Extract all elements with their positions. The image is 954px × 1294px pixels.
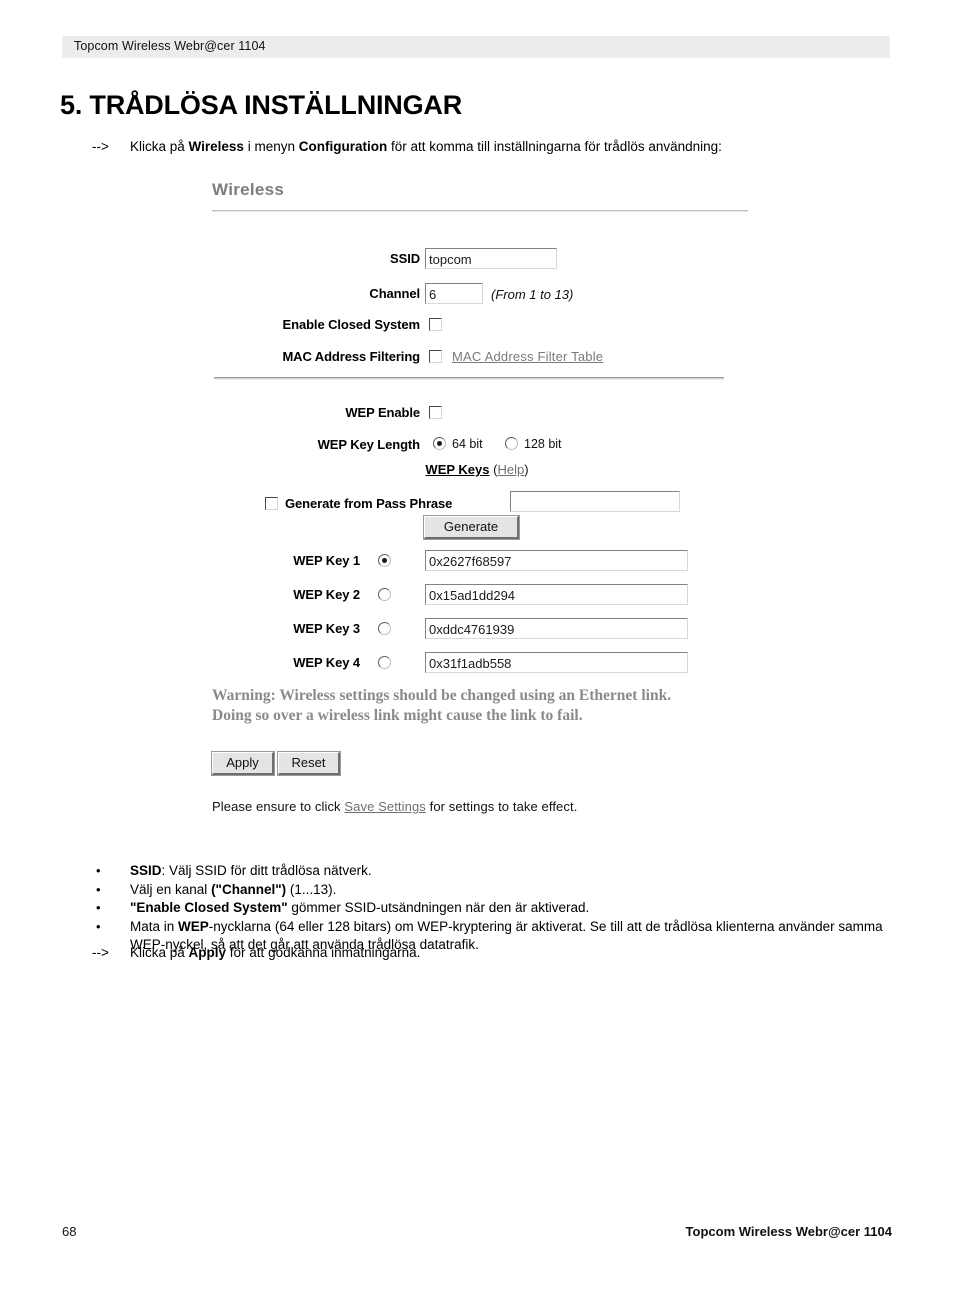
bullet-marker: • bbox=[96, 918, 101, 934]
warning-line-2: Doing so over a wireless link might caus… bbox=[212, 706, 583, 724]
apply-instruction-text: Klicka på Apply för att godkänna inmatni… bbox=[130, 944, 420, 961]
apply-bold: Apply bbox=[188, 945, 227, 960]
wep-key-length-128-radio[interactable] bbox=[505, 437, 518, 450]
wep-key-4-row: WEP Key 4 bbox=[160, 654, 360, 674]
wep-key-4-label: WEP Key 4 bbox=[293, 655, 360, 670]
bullet-3-bold: WEP bbox=[178, 918, 209, 934]
panel-divider-middle bbox=[214, 377, 724, 380]
wireless-warning-text: Warning: Wireless settings should be cha… bbox=[212, 686, 671, 725]
settings-description-list: • SSID: Välj SSID för ditt trådlösa nätv… bbox=[92, 862, 902, 955]
save-settings-link[interactable]: Save Settings bbox=[344, 799, 426, 814]
panel-divider-top bbox=[212, 210, 748, 212]
generate-button[interactable]: Generate bbox=[423, 515, 520, 540]
wep-key-length-64-label: 64 bit bbox=[452, 437, 483, 451]
help-paren-close: ) bbox=[524, 462, 529, 477]
apply-instruction-paragraph: --> Klicka på Apply för att godkänna inm… bbox=[92, 944, 420, 961]
wep-key-2-input[interactable]: 0x15ad1dd294 bbox=[425, 584, 688, 605]
bullet-1-text: (1...13). bbox=[286, 881, 337, 897]
closed-system-checkbox[interactable] bbox=[429, 318, 442, 331]
ensure-text-before: Please ensure to click bbox=[212, 799, 345, 814]
channel-input[interactable]: 6 bbox=[425, 283, 483, 304]
arrow-marker: --> bbox=[92, 945, 109, 960]
ssid-row: SSID bbox=[200, 250, 420, 270]
bullet-2-text: gömmer SSID-utsändningen när den är akti… bbox=[287, 900, 590, 915]
router-web-ui-screenshot: Wireless SSID topcom Channel 6 (From 1 t… bbox=[0, 0, 954, 1294]
reset-button[interactable]: Reset bbox=[277, 751, 341, 776]
wep-keys-heading: WEP Keys bbox=[425, 462, 490, 477]
wep-enable-row: WEP Enable bbox=[200, 404, 420, 424]
footer-page-number: 68 bbox=[62, 1224, 77, 1239]
bullet-0-bold: SSID bbox=[130, 863, 162, 878]
generate-from-pass-phrase-label: Generate from Pass Phrase bbox=[285, 496, 453, 511]
ssid-label: SSID bbox=[390, 251, 420, 266]
wep-key-1-row: WEP Key 1 bbox=[160, 552, 360, 572]
apply-text-1: Klicka på bbox=[130, 945, 189, 960]
bullet-1-bold: ("Channel") bbox=[211, 881, 287, 897]
mac-filtering-label: MAC Address Filtering bbox=[282, 349, 420, 364]
channel-label: Channel bbox=[369, 286, 420, 301]
bullet-0-text: : Välj SSID för ditt trådlösa nätverk. bbox=[161, 863, 372, 878]
wep-enable-checkbox[interactable] bbox=[429, 406, 442, 419]
wep-key-4-input[interactable]: 0x31f1adb558 bbox=[425, 652, 688, 673]
wep-key-length-label: WEP Key Length bbox=[317, 437, 420, 452]
wep-keys-heading-row: WEP Keys (Help) bbox=[0, 462, 954, 477]
wep-key-1-radio[interactable] bbox=[378, 554, 391, 567]
list-item: • "Enable Closed System" gömmer SSID-uts… bbox=[92, 899, 902, 918]
wep-key-1-input[interactable]: 0x2627f68597 bbox=[425, 550, 688, 571]
wep-enable-label: WEP Enable bbox=[345, 405, 420, 420]
channel-row: Channel bbox=[200, 285, 420, 305]
list-item: • SSID: Välj SSID för ditt trådlösa nätv… bbox=[92, 862, 902, 881]
wep-key-length-row: WEP Key Length bbox=[200, 436, 420, 456]
mac-filtering-checkbox[interactable] bbox=[429, 350, 442, 363]
apply-button[interactable]: Apply bbox=[211, 751, 275, 776]
bullet-1-pre: Välj en kanal bbox=[130, 881, 212, 897]
wep-key-3-row: WEP Key 3 bbox=[160, 620, 360, 640]
wep-key-3-label: WEP Key 3 bbox=[293, 621, 360, 636]
wep-key-length-64-radio[interactable] bbox=[433, 437, 446, 450]
footer-brand: Topcom Wireless Webr@cer 1104 bbox=[685, 1224, 892, 1239]
generate-from-pass-phrase-checkbox[interactable] bbox=[265, 497, 278, 510]
pass-phrase-input[interactable] bbox=[510, 491, 680, 512]
wireless-panel-title: Wireless bbox=[212, 180, 285, 199]
ensure-text-after: for settings to take effect. bbox=[425, 799, 578, 814]
ssid-input[interactable]: topcom bbox=[425, 248, 557, 269]
wep-key-1-label: WEP Key 1 bbox=[293, 553, 360, 568]
bullet-3-pre: Mata in bbox=[130, 918, 179, 934]
wep-key-length-128-label: 128 bit bbox=[524, 437, 562, 451]
wep-help-link[interactable]: Help bbox=[497, 462, 524, 477]
wep-key-3-input[interactable]: 0xddc4761939 bbox=[425, 618, 688, 639]
wep-key-4-radio[interactable] bbox=[378, 656, 391, 669]
bullet-marker: • bbox=[96, 863, 101, 878]
save-settings-note: Please ensure to click Save Settings for… bbox=[212, 799, 577, 814]
closed-system-row: Enable Closed System bbox=[200, 316, 421, 336]
wep-key-2-row: WEP Key 2 bbox=[160, 586, 360, 606]
wep-key-3-radio[interactable] bbox=[378, 622, 391, 635]
list-item: • Välj en kanal ("Channel") (1...13). bbox=[92, 881, 902, 900]
bullet-marker: • bbox=[96, 900, 101, 915]
channel-range-hint: (From 1 to 13) bbox=[491, 287, 574, 302]
wep-key-2-label: WEP Key 2 bbox=[293, 587, 360, 602]
bullet-2-bold: "Enable Closed System" bbox=[130, 900, 288, 915]
mac-filtering-row: MAC Address Filtering bbox=[200, 348, 420, 368]
warning-line-1: Warning: Wireless settings should be cha… bbox=[212, 687, 672, 704]
closed-system-label: Enable Closed System bbox=[282, 317, 421, 332]
apply-text-2: för att godkänna inmatningarna. bbox=[226, 945, 421, 960]
wep-key-2-radio[interactable] bbox=[378, 588, 391, 601]
mac-address-filter-table-link[interactable]: MAC Address Filter Table bbox=[452, 349, 603, 364]
bullet-marker: • bbox=[96, 881, 101, 897]
